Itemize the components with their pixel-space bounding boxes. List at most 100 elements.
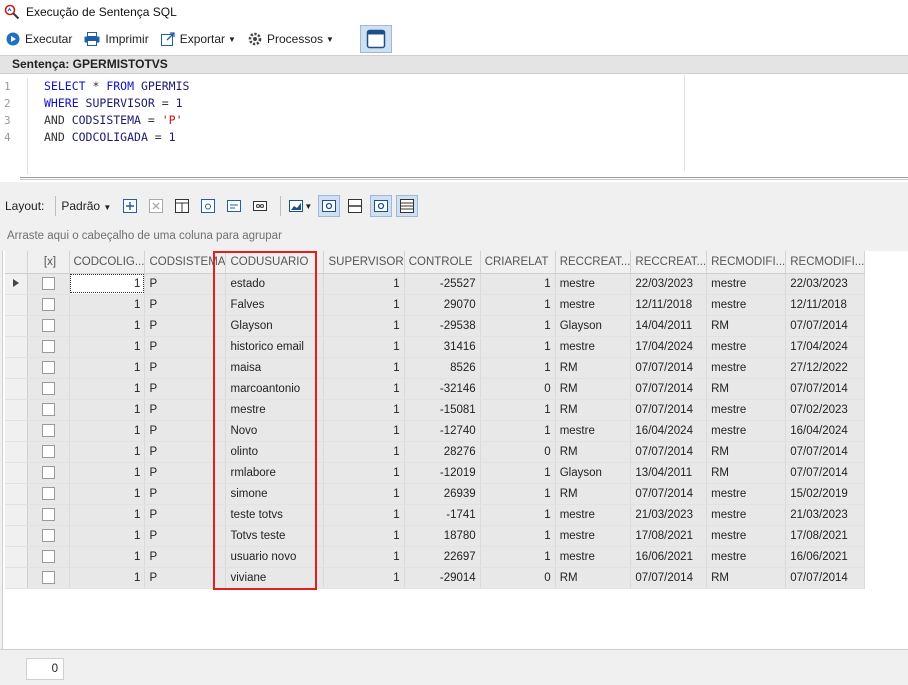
table-cell[interactable]: 18780: [404, 525, 481, 547]
table-cell[interactable]: 1: [323, 462, 405, 484]
group-by-panel[interactable]: Arraste aqui o cabeçalho de uma coluna p…: [0, 224, 908, 250]
table-cell[interactable]: 07/07/2014: [785, 441, 866, 463]
table-cell[interactable]: 12/11/2018: [630, 294, 708, 316]
table-cell[interactable]: mestre: [706, 483, 787, 505]
table-cell[interactable]: P: [144, 483, 227, 505]
row-indicator[interactable]: [5, 357, 28, 379]
add-layout-icon[interactable]: [119, 195, 141, 217]
preview-panel-icon[interactable]: [370, 195, 393, 217]
table-cell[interactable]: RM: [555, 483, 632, 505]
table-cell[interactable]: 0: [480, 378, 556, 400]
row-checkbox-cell[interactable]: [27, 567, 70, 589]
table-cell[interactable]: maisa: [225, 357, 325, 379]
row-checkbox-cell[interactable]: [27, 399, 70, 421]
row-checkbox-cell[interactable]: [27, 525, 70, 547]
table-row[interactable]: 1 Pmarcoantonio 1 -32146 0 RM 07/07/2014 RM 07/0…: [5, 378, 866, 400]
table-cell[interactable]: 07/07/2014: [785, 462, 866, 484]
table-cell[interactable]: 0: [480, 441, 556, 463]
row-indicator[interactable]: [5, 378, 28, 400]
table-cell[interactable]: 1: [480, 420, 556, 442]
table-cell[interactable]: 07/02/2023: [785, 399, 866, 421]
sql-code[interactable]: SELECT * FROM GPERMIS WHERE SUPERVISOR = …: [44, 78, 189, 146]
table-cell[interactable]: -12740: [404, 420, 481, 442]
table-cell[interactable]: 1: [480, 462, 556, 484]
row-checkbox[interactable]: [41, 529, 55, 542]
column-header[interactable]: CONTROLE: [404, 251, 481, 274]
row-checkbox-cell[interactable]: [27, 420, 70, 442]
row-checkbox-cell[interactable]: [27, 546, 70, 568]
table-cell[interactable]: 1: [323, 378, 405, 400]
table-cell[interactable]: 1: [480, 294, 556, 316]
row-indicator[interactable]: [5, 273, 28, 295]
table-cell[interactable]: 1: [480, 273, 556, 295]
table-cell[interactable]: RM: [555, 378, 632, 400]
table-row[interactable]: 1 Pviviane 1 -29014 0 RM 07/07/2014 RM 07/07/201…: [5, 567, 866, 589]
table-row[interactable]: 1 Prmlabore 1 -12019 1 Glayson 13/04/2011 RM 07/…: [5, 462, 866, 484]
table-cell[interactable]: -12019: [404, 462, 481, 484]
table-row[interactable]: 1 Psimone 1 26939 1 RM 07/07/2014 mestre 15/02/2…: [5, 483, 866, 505]
view-icon[interactable]: [318, 195, 341, 217]
table-cell[interactable]: mestre: [706, 504, 787, 526]
row-checkbox-cell[interactable]: [27, 441, 70, 463]
row-checkbox-cell[interactable]: [27, 273, 70, 295]
column-header[interactable]: CRIARELAT: [480, 251, 556, 274]
table-cell[interactable]: mestre: [555, 504, 632, 526]
row-checkbox[interactable]: [41, 277, 55, 290]
table-cell[interactable]: 8526: [404, 357, 481, 379]
table-cell[interactable]: 1: [69, 483, 146, 505]
table-cell[interactable]: 07/07/2014: [630, 567, 708, 589]
table-cell[interactable]: mestre: [555, 546, 632, 568]
table-cell[interactable]: P: [144, 315, 227, 337]
table-cell[interactable]: 1: [480, 483, 556, 505]
row-checkbox-cell[interactable]: [27, 294, 70, 316]
table-cell[interactable]: RM: [706, 378, 787, 400]
table-cell[interactable]: 22697: [404, 546, 481, 568]
table-cell[interactable]: P: [144, 462, 227, 484]
table-cell[interactable]: viviane: [225, 567, 325, 589]
row-checkbox-cell[interactable]: [27, 336, 70, 358]
table-cell[interactable]: 17/04/2024: [785, 336, 866, 358]
row-checkbox[interactable]: [41, 571, 55, 584]
column-header[interactable]: SUPERVISOR: [323, 251, 405, 274]
row-checkbox[interactable]: [41, 319, 55, 332]
table-cell[interactable]: 07/07/2014: [630, 378, 708, 400]
table-cell[interactable]: 16/04/2024: [785, 420, 866, 442]
table-row[interactable]: 1 Pmaisa 1 8526 1 RM 07/07/2014 mestre 27/12/202…: [5, 357, 866, 379]
table-cell[interactable]: P: [144, 378, 227, 400]
table-cell[interactable]: 17/08/2021: [785, 525, 866, 547]
column-header[interactable]: CODUSUARIO: [225, 251, 325, 274]
table-cell[interactable]: 16/04/2024: [630, 420, 708, 442]
table-cell[interactable]: 1: [69, 546, 146, 568]
table-cell[interactable]: 22/03/2023: [630, 273, 708, 295]
table-cell[interactable]: Glayson: [555, 462, 632, 484]
table-cell[interactable]: RM: [555, 441, 632, 463]
table-cell[interactable]: 1: [323, 525, 405, 547]
table-cell[interactable]: 1: [323, 273, 405, 295]
table-cell[interactable]: 1: [69, 294, 146, 316]
row-checkbox[interactable]: [41, 445, 55, 458]
row-indicator[interactable]: [5, 525, 28, 547]
table-cell[interactable]: 1: [323, 567, 405, 589]
table-cell[interactable]: mestre: [555, 420, 632, 442]
link-icon[interactable]: [249, 195, 271, 217]
table-cell[interactable]: 17/04/2024: [630, 336, 708, 358]
table-cell[interactable]: 16/06/2021: [630, 546, 708, 568]
table-cell[interactable]: 07/07/2014: [630, 357, 708, 379]
table-cell[interactable]: 1: [323, 546, 405, 568]
table-cell[interactable]: P: [144, 399, 227, 421]
table-cell[interactable]: -15081: [404, 399, 481, 421]
table-cell[interactable]: RM: [555, 567, 632, 589]
table-cell[interactable]: 1: [480, 315, 556, 337]
row-checkbox[interactable]: [41, 487, 55, 500]
table-cell[interactable]: mestre: [706, 546, 787, 568]
table-cell[interactable]: RM: [555, 399, 632, 421]
preview-icon[interactable]: [197, 195, 219, 217]
table-cell[interactable]: 1: [480, 336, 556, 358]
table-cell[interactable]: 1: [480, 399, 556, 421]
table-cell[interactable]: 27/12/2022: [785, 357, 866, 379]
table-cell[interactable]: mestre: [706, 357, 787, 379]
row-indicator[interactable]: [5, 483, 28, 505]
table-cell[interactable]: estado: [225, 273, 325, 295]
table-cell[interactable]: 1: [69, 462, 146, 484]
table-cell[interactable]: 07/07/2014: [785, 315, 866, 337]
